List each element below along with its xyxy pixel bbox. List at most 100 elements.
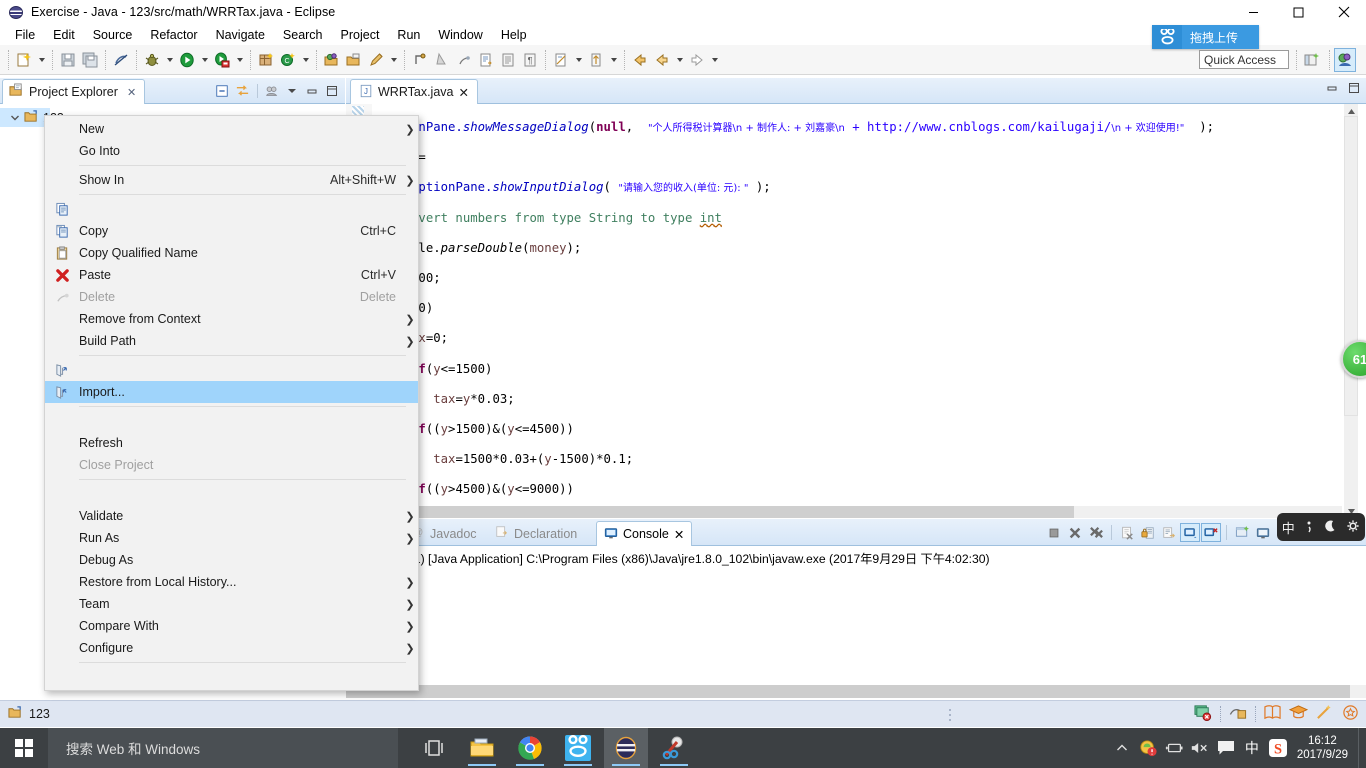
remove-launch-icon[interactable]	[1065, 523, 1085, 542]
forward-dropdown-icon[interactable]	[673, 48, 686, 72]
editor-source-code[interactable]: JOptionPane.showMessageDialog(null, "个人所…	[374, 104, 1338, 518]
menu-help[interactable]: Help	[492, 26, 536, 44]
menu-project[interactable]: Project	[332, 26, 389, 44]
console-hscroll-thumb[interactable]	[346, 685, 1350, 698]
remove-all-terminated-icon[interactable]	[1086, 523, 1106, 542]
context-menu-item-team[interactable]: Restore from Local History... ❯	[45, 571, 418, 593]
context-menu-item-build-path[interactable]: Remove from Context ❯	[45, 308, 418, 330]
context-menu-item-go-into[interactable]: Go Into	[45, 140, 418, 162]
chinese-mode-icon[interactable]: 中	[1282, 518, 1295, 537]
close-tab-icon[interactable]: ✕	[127, 86, 136, 99]
quick-access-field[interactable]: Quick Access	[1199, 50, 1289, 69]
link-with-editor-icon[interactable]	[233, 81, 251, 100]
next-edit-dropdown-icon[interactable]	[708, 48, 721, 72]
book-icon[interactable]	[1263, 704, 1282, 724]
display-selected-console-icon[interactable]	[1253, 523, 1273, 542]
wand-icon[interactable]	[1315, 704, 1334, 724]
focus-on-active-task-icon[interactable]	[263, 81, 281, 100]
skip-all-breakpoints-icon[interactable]	[585, 48, 607, 72]
context-menu-item-refresh[interactable]	[45, 410, 418, 432]
menu-run[interactable]: Run	[388, 26, 429, 44]
menu-window[interactable]: Window	[429, 26, 491, 44]
new-wizard-dropdown-icon[interactable]	[35, 48, 48, 72]
back-arrow-icon[interactable]	[629, 48, 651, 72]
toggle-breadcrumb-icon[interactable]	[110, 48, 132, 72]
show-console-when-stdout-icon[interactable]	[1180, 523, 1200, 542]
security-shield-icon[interactable]	[1135, 728, 1161, 768]
menu-edit[interactable]: Edit	[44, 26, 84, 44]
context-menu-item-import[interactable]	[45, 359, 418, 381]
close-tab-icon[interactable]: ✕	[458, 85, 468, 100]
show-console-when-stderr-icon[interactable]	[1201, 523, 1221, 542]
chevron-down-icon[interactable]	[10, 112, 20, 124]
snipping-tool-icon[interactable]	[652, 728, 696, 768]
tab-wrrtax-java[interactable]: J WRRTax.java ✕	[350, 79, 478, 104]
debug-dropdown-icon[interactable]	[163, 48, 176, 72]
close-tab-icon[interactable]: ✕	[674, 527, 684, 542]
editor-vertical-scrollbar[interactable]	[1344, 104, 1358, 518]
view-menu-icon[interactable]	[283, 81, 301, 100]
menu-file[interactable]: File	[6, 26, 44, 44]
minimize-view-icon[interactable]	[303, 81, 321, 100]
tree-node-123[interactable]: 123	[0, 108, 50, 127]
pin-console-icon[interactable]	[1232, 523, 1252, 542]
context-menu-item-compare-with[interactable]: Team ❯	[45, 593, 418, 615]
context-menu-item-refactor[interactable]: Build Path ❯	[45, 330, 418, 352]
context-menu-item-show-in[interactable]: Show In Alt+Shift+W ❯	[45, 169, 418, 191]
heap-status-icon[interactable]	[1228, 703, 1248, 725]
context-menu-item-restore-from-local-history[interactable]: Debug As	[45, 549, 418, 571]
ime-floating-toolbar[interactable]: 中	[1277, 513, 1365, 541]
baidu-drag-upload-badge[interactable]: 拖拽上传	[1152, 25, 1259, 49]
context-menu-item-paste[interactable]: Copy Qualified Name	[45, 242, 418, 264]
context-menu-item-source[interactable]: Configure ❯	[45, 637, 418, 659]
terminate-icon[interactable]	[1044, 523, 1064, 542]
open-type-icon[interactable]	[321, 48, 343, 72]
clear-console-icon[interactable]	[1117, 523, 1137, 542]
context-menu-item-new[interactable]: New ❯	[45, 118, 418, 140]
context-menu-item-delete[interactable]: Paste Ctrl+V	[45, 264, 418, 286]
task-view-icon[interactable]	[412, 728, 456, 768]
editor-hscroll-thumb[interactable]	[374, 506, 1074, 518]
new-wizard-icon[interactable]	[13, 48, 35, 72]
punctuation-icon[interactable]	[1304, 519, 1314, 536]
baidu-netdisk-icon[interactable]	[556, 728, 600, 768]
tab-project-explorer[interactable]: Project Explorer ✕	[2, 79, 145, 104]
new-java-class-icon[interactable]: C	[277, 48, 299, 72]
tab-console[interactable]: Console ✕	[596, 521, 692, 546]
status-resize-grip[interactable]	[948, 708, 952, 725]
settings-gear-icon[interactable]	[1346, 519, 1360, 536]
graduation-cap-icon[interactable]	[1289, 704, 1308, 724]
collapse-all-icon[interactable]	[213, 81, 231, 100]
breakpoints-dropdown-icon[interactable]	[607, 48, 620, 72]
taskbar-clock[interactable]: 16:12 2017/9/29	[1291, 734, 1358, 762]
ime-chinese-icon[interactable]: 中	[1239, 728, 1265, 768]
project-context-menu[interactable]: New ❯ Go Into Show In Alt+Shift+W ❯	[44, 115, 419, 691]
open-perspective-icon[interactable]	[1301, 48, 1323, 72]
new-java-package-icon[interactable]	[255, 48, 277, 72]
new-annotation-icon[interactable]	[550, 48, 572, 72]
console-output[interactable]: > WRRTax (1) [Java Application] C:\Progr…	[346, 546, 1366, 698]
run-external-tools-icon[interactable]	[211, 48, 233, 72]
open-resource-icon[interactable]	[475, 48, 497, 72]
context-menu-item-configure[interactable]: Compare With ❯	[45, 615, 418, 637]
java-perspective-icon[interactable]	[1334, 48, 1356, 72]
close-button[interactable]	[1321, 0, 1366, 24]
menu-search[interactable]: Search	[274, 26, 332, 44]
save-all-icon[interactable]	[79, 48, 101, 72]
previous-annotation-icon[interactable]	[431, 48, 453, 72]
tab-declaration[interactable]: Declaration	[488, 521, 584, 546]
console-horizontal-scrollbar[interactable]	[346, 685, 1366, 698]
minimize-button[interactable]	[1231, 0, 1276, 24]
new-class-dropdown-icon[interactable]	[299, 48, 312, 72]
scroll-lock-icon[interactable]	[1138, 523, 1158, 542]
context-menu-item-run-as[interactable]: Validate ❯	[45, 505, 418, 527]
context-menu-item-close-project[interactable]: Refresh	[45, 432, 418, 454]
context-menu-item-debug-as[interactable]: Run As ❯	[45, 527, 418, 549]
volume-muted-icon[interactable]	[1187, 728, 1213, 768]
menu-navigate[interactable]: Navigate	[207, 26, 274, 44]
battery-icon[interactable]	[1161, 728, 1187, 768]
star-badge-icon[interactable]	[1341, 704, 1360, 724]
maximize-editor-icon[interactable]	[1348, 82, 1360, 97]
run-play-icon[interactable]	[176, 48, 198, 72]
context-menu-item-properties[interactable]	[45, 666, 418, 688]
